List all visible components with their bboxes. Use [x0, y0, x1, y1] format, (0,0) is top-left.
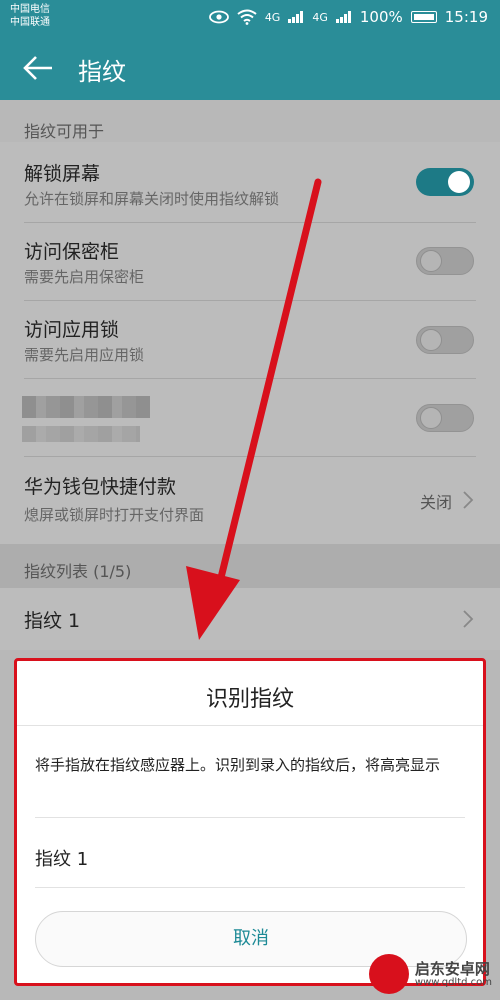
clock: 15:19: [444, 8, 488, 26]
redacted-subtitle: [22, 426, 140, 442]
toggle-knob: [420, 406, 442, 429]
app-bar: 指纹: [0, 36, 500, 100]
setting-title: 访问应用锁: [24, 319, 120, 341]
setting-unlock-screen[interactable]: 解锁屏幕 允许在锁屏和屏幕关闭时使用指纹解锁: [0, 152, 500, 224]
carrier-2: 中国联通: [10, 17, 50, 28]
section-header-usage: 指纹可用于: [24, 122, 105, 141]
setting-value: 关闭: [419, 493, 452, 512]
watermark-site-name: 启东安卓网: [414, 959, 490, 978]
setting-subtitle: 允许在锁屏和屏幕关闭时使用指纹解锁: [24, 190, 280, 208]
watermark-url: www.qdltd.com: [414, 976, 492, 988]
safe-box-toggle[interactable]: [416, 247, 474, 275]
setting-title: 访问保密柜: [24, 241, 120, 263]
divider: [24, 300, 476, 301]
setting-title: 解锁屏幕: [24, 163, 101, 185]
toggle-knob: [420, 328, 442, 351]
carrier-1: 中国电信: [10, 4, 50, 15]
setting-subtitle: 需要先启用保密柜: [24, 268, 145, 286]
divider: [24, 378, 476, 379]
setting-huawei-wallet[interactable]: 华为钱包快捷付款 熄屏或锁屏时打开支付界面 关闭: [0, 464, 500, 540]
dialog-title: 识别指纹: [205, 687, 294, 712]
setting-subtitle: 熄屏或锁屏时打开支付界面: [24, 506, 205, 524]
unlock-screen-toggle[interactable]: [416, 168, 474, 196]
identify-fingerprint-dialog: 识别指纹 将手指放在指纹感应器上。识别到录入的指纹后，将高亮显示 指纹 1 取消: [14, 658, 486, 986]
setting-title: 华为钱包快捷付款: [24, 476, 177, 498]
status-bar: 中国电信 中国联通 4G 4G 100% 15:19: [0, 0, 500, 36]
fingerprint-list-item[interactable]: 指纹 1: [0, 588, 500, 650]
chevron-right-icon: [463, 491, 474, 509]
back-arrow-icon[interactable]: [20, 48, 60, 88]
watermark-logo-icon: [368, 954, 409, 994]
dialog-fingerprint-item[interactable]: 指纹 1: [35, 845, 88, 871]
carrier-info: 中国电信 中国联通: [10, 3, 50, 29]
section-header-fingerprint-list: 指纹列表 (1/5): [24, 562, 132, 581]
redacted-title: [22, 396, 150, 418]
dialog-message: 将手指放在指纹感应器上。识别到录入的指纹后，将高亮显示: [35, 756, 441, 774]
signal-icon-2: [335, 11, 351, 23]
dialog-divider: [35, 817, 465, 818]
toggle-knob: [420, 249, 442, 272]
battery-percent: 100%: [359, 8, 403, 26]
site-watermark: 启东安卓网 www.qdltd.com: [368, 954, 492, 994]
page-title: 指纹: [78, 58, 126, 86]
setting-app-lock[interactable]: 访问应用锁 需要先启用应用锁: [0, 308, 500, 380]
dialog-divider: [35, 887, 465, 888]
setting-subtitle: 需要先启用应用锁: [24, 346, 145, 364]
status-icons: 4G 4G 100% 15:19: [208, 8, 488, 26]
app-lock-toggle[interactable]: [416, 326, 474, 354]
battery-icon: [410, 11, 437, 23]
toggle-knob: [448, 171, 470, 193]
eye-icon: [208, 10, 229, 24]
setting-redacted[interactable]: [0, 386, 500, 458]
signal-1-label: 4G: [264, 10, 281, 24]
signal-icon: [288, 11, 304, 23]
chevron-right-icon: [463, 610, 474, 628]
watermark-text: 启东安卓网 www.qdltd.com: [415, 961, 492, 988]
divider: [24, 456, 476, 457]
redacted-toggle[interactable]: [416, 404, 474, 432]
wifi-icon: [237, 9, 257, 25]
fingerprint-name: 指纹 1: [24, 610, 81, 632]
signal-2-label: 4G: [312, 10, 328, 24]
setting-safe-box[interactable]: 访问保密柜 需要先启用保密柜: [0, 230, 500, 302]
dialog-divider: [17, 725, 483, 726]
divider: [24, 222, 476, 223]
